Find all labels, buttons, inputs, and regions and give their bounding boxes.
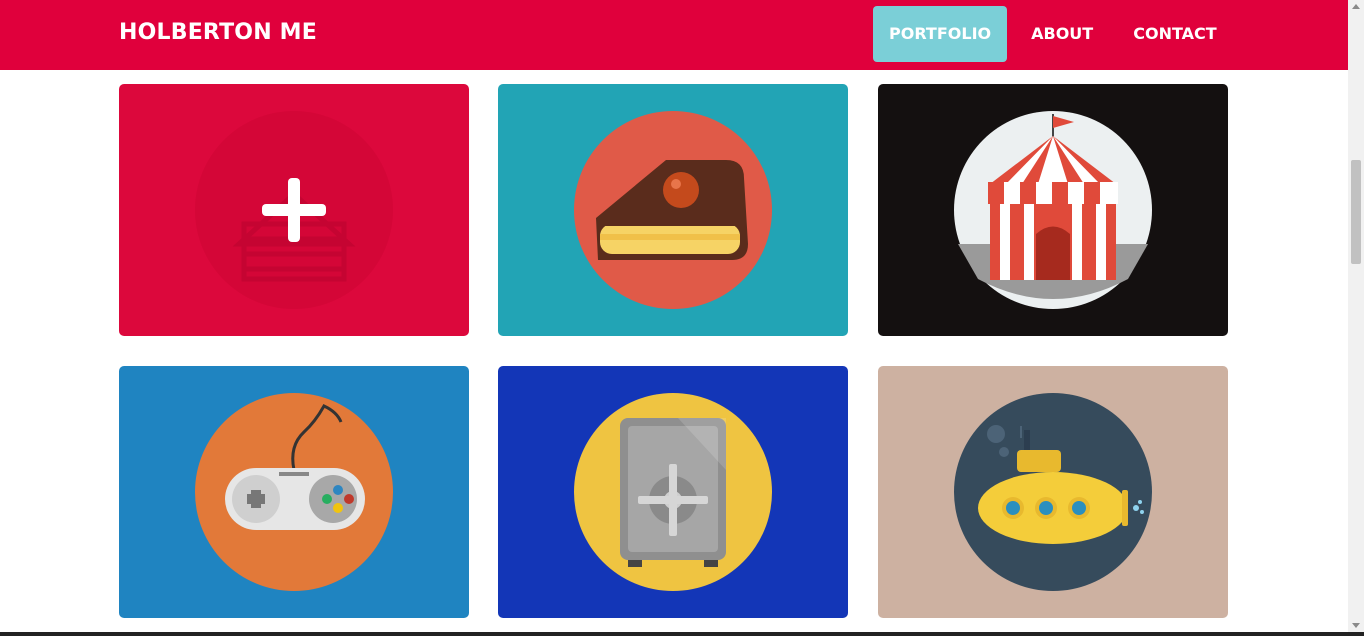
nav-portfolio[interactable]: PORTFOLIO bbox=[873, 6, 1008, 62]
portfolio-item-safe[interactable] bbox=[498, 366, 848, 618]
nav-contact[interactable]: CONTACT bbox=[1117, 6, 1232, 62]
portfolio-item-cake[interactable] bbox=[498, 84, 848, 336]
scroll-up-arrow-icon[interactable] bbox=[1352, 4, 1360, 9]
brand-logo[interactable]: HOLBERTON ME bbox=[119, 20, 317, 45]
bottom-edge bbox=[0, 632, 1364, 636]
page-scrollbar[interactable] bbox=[1348, 0, 1364, 632]
portfolio-item-controller[interactable] bbox=[119, 366, 469, 618]
portfolio-item-cabin[interactable] bbox=[119, 84, 469, 336]
log-cabin-icon bbox=[195, 111, 393, 309]
main-nav: PORTFOLIO ABOUT CONTACT bbox=[873, 6, 1233, 62]
game-controller-icon bbox=[195, 393, 393, 591]
safe-icon bbox=[574, 393, 772, 591]
circus-tent-icon bbox=[954, 111, 1152, 309]
scroll-thumb[interactable] bbox=[1351, 160, 1361, 264]
portfolio-item-circus[interactable] bbox=[878, 84, 1228, 336]
submarine-icon bbox=[954, 393, 1152, 591]
portfolio-item-submarine[interactable] bbox=[878, 366, 1228, 618]
site-header: HOLBERTON ME PORTFOLIO ABOUT CONTACT bbox=[0, 0, 1348, 70]
cake-slice-icon bbox=[574, 111, 772, 309]
scroll-down-arrow-icon[interactable] bbox=[1352, 623, 1360, 628]
nav-about[interactable]: ABOUT bbox=[1015, 6, 1109, 62]
